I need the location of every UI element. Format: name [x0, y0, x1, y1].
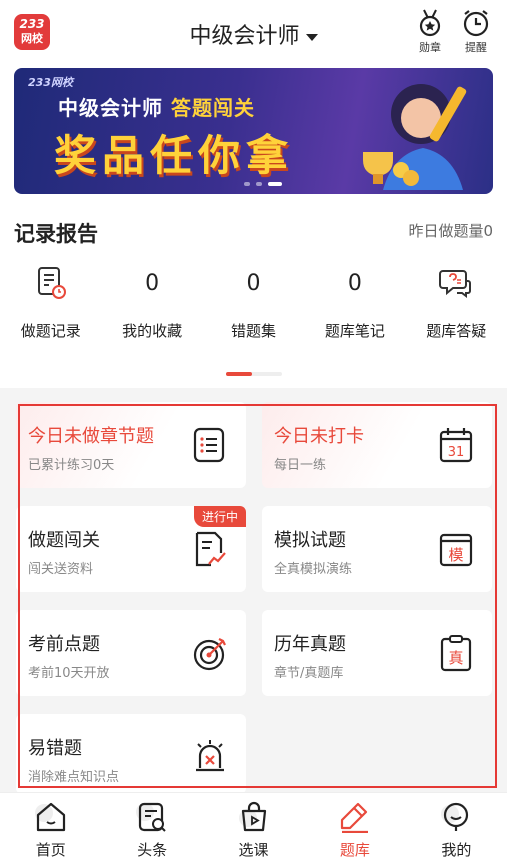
- app-header: 233 网校 中级会计师 勋章 提醒: [0, 0, 507, 66]
- tab-courses[interactable]: 选课: [203, 793, 304, 866]
- question-chat-icon: [439, 270, 472, 298]
- banner-illustration: [363, 84, 467, 190]
- tab-label: 头条: [137, 841, 168, 859]
- stat-label: 题库笔记: [324, 322, 385, 340]
- stat-value: 0: [347, 270, 362, 296]
- medal-button[interactable]: 勋章: [410, 8, 450, 55]
- feature-grid-highlight: [18, 404, 497, 788]
- yesterday-count: 昨日做题量0: [408, 222, 493, 240]
- alarm-clock-icon: [463, 10, 489, 37]
- banner-dot: [256, 182, 262, 186]
- bottom-tab-bar: 首页 头条 选课 题库 我的: [0, 792, 507, 866]
- banner-brand: 233网校: [28, 76, 73, 89]
- banner-headline: 中级会计师 答题闯关: [58, 92, 255, 121]
- tab-label: 首页: [35, 841, 66, 859]
- pen-icon: [340, 802, 368, 833]
- banner-headline-highlight: 答题闯关: [170, 96, 255, 120]
- home-icon: [34, 802, 65, 832]
- profile-icon: [441, 802, 469, 831]
- stat-wrong-questions[interactable]: 0 错题集: [203, 262, 304, 341]
- record-report-title: 记录报告: [14, 222, 98, 246]
- stat-notes[interactable]: 0 题库笔记: [304, 262, 405, 341]
- banner-dot-active: [268, 182, 282, 186]
- exam-selector-label: 中级会计师: [189, 24, 300, 49]
- tab-label: 我的: [441, 841, 472, 859]
- tab-label: 选课: [238, 841, 269, 859]
- banner-pager: [244, 182, 282, 186]
- stat-value: 0: [246, 270, 261, 296]
- reminder-button[interactable]: 提醒: [456, 8, 496, 55]
- tab-label: 题库: [339, 841, 370, 859]
- banner-dot: [244, 182, 250, 186]
- stats-pager-active: [226, 372, 252, 376]
- news-icon: [136, 802, 166, 832]
- stat-qa[interactable]: 题库答疑: [406, 262, 507, 341]
- stat-label: 错题集: [230, 322, 276, 340]
- promo-banner[interactable]: 233网校 中级会计师 答题闯关 奖品任你拿: [14, 68, 493, 194]
- stat-label: 做题记录: [20, 322, 81, 340]
- stat-value: 0: [145, 270, 160, 296]
- stat-exercise-record[interactable]: 做题记录: [0, 262, 101, 341]
- record-stats: 做题记录 0 我的收藏 0 错题集 0 题库笔记 题库答疑: [0, 262, 507, 341]
- stat-label: 我的收藏: [122, 322, 183, 340]
- caret-down-icon: [305, 33, 318, 41]
- stat-label: 题库答疑: [426, 322, 487, 340]
- medal-label: 勋章: [419, 41, 441, 54]
- tab-profile[interactable]: 我的: [406, 793, 507, 866]
- tab-news[interactable]: 头条: [101, 793, 202, 866]
- banner-slogan: 奖品任你拿: [54, 131, 295, 180]
- stats-pager: [226, 372, 282, 376]
- tab-home[interactable]: 首页: [0, 793, 101, 866]
- tab-question-bank[interactable]: 题库: [304, 793, 405, 866]
- medal-icon: [419, 9, 441, 37]
- stat-favorites[interactable]: 0 我的收藏: [101, 262, 202, 341]
- banner-headline-prefix: 中级会计师: [58, 96, 163, 120]
- course-bag-icon: [238, 801, 266, 832]
- exercise-record-icon: [37, 267, 66, 299]
- reminder-label: 提醒: [465, 41, 487, 54]
